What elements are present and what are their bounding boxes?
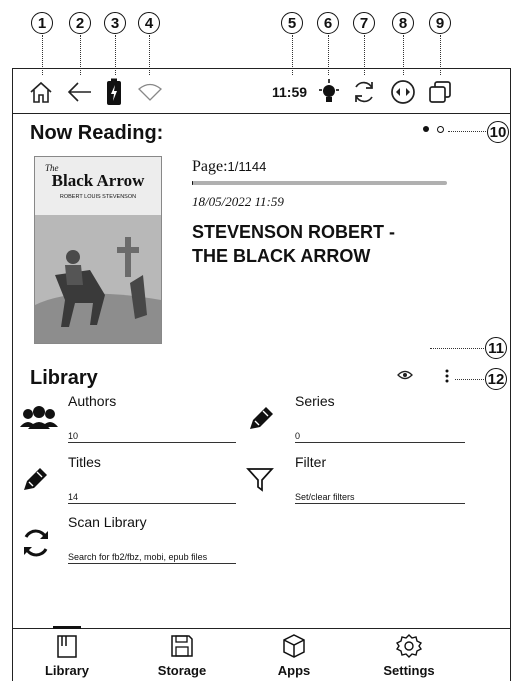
tab-storage[interactable]: Storage bbox=[137, 630, 227, 680]
cover-title: Black Arrow bbox=[51, 171, 145, 190]
library-item-scan[interactable]: Scan Library Search for fb2/fbz, mobi, e… bbox=[18, 514, 238, 570]
scan-library-hint: Search for fb2/fbz, mobi, epub files bbox=[68, 552, 236, 564]
active-tab-indicator bbox=[53, 626, 81, 629]
storage-icon bbox=[171, 635, 193, 657]
callout-1: 1 bbox=[31, 12, 53, 34]
callout-9: 9 bbox=[429, 12, 451, 34]
refresh-icon bbox=[24, 529, 48, 557]
tab-storage-label: Storage bbox=[157, 663, 207, 678]
settings-icon bbox=[396, 634, 422, 658]
cover-illustration bbox=[35, 215, 161, 343]
series-count: 0 bbox=[295, 431, 465, 443]
tab-apps[interactable]: Apps bbox=[249, 630, 339, 680]
multitask-icon[interactable] bbox=[427, 79, 453, 105]
scan-library-label: Scan Library bbox=[68, 514, 147, 530]
filter-hint: Set/clear filters bbox=[295, 492, 465, 504]
book-cover[interactable]: The Black Arrow ROBERT LOUIS STEVENSON bbox=[34, 156, 162, 344]
filter-label: Filter bbox=[295, 454, 327, 470]
page-indicator-dot-active[interactable] bbox=[423, 126, 429, 132]
tab-settings-label: Settings bbox=[383, 663, 435, 678]
library-item-titles[interactable]: Titles 14 bbox=[18, 454, 238, 504]
book-title[interactable]: STEVENSON ROBERT - THE BLACK ARROW bbox=[192, 220, 395, 268]
home-icon[interactable] bbox=[28, 79, 54, 105]
reading-progress-bar bbox=[192, 181, 447, 185]
page-info: Page:1/1144 bbox=[192, 158, 266, 176]
library-title: Library bbox=[30, 367, 98, 389]
wifi-icon[interactable] bbox=[138, 83, 162, 101]
authors-icon bbox=[20, 406, 58, 429]
library-item-authors[interactable]: Authors 10 bbox=[18, 393, 238, 443]
authors-label: Authors bbox=[68, 393, 117, 409]
statusbar-divider bbox=[12, 113, 511, 114]
book-title-line-1: STEVENSON ROBERT - bbox=[192, 222, 396, 242]
tab-library[interactable]: Library bbox=[22, 630, 112, 680]
series-label: Series bbox=[295, 393, 335, 409]
eye-icon[interactable] bbox=[397, 370, 413, 380]
battery-charging-icon bbox=[106, 78, 122, 106]
back-arrow-icon[interactable] bbox=[67, 80, 93, 104]
titles-label: Titles bbox=[68, 454, 101, 470]
apps-icon bbox=[283, 634, 305, 658]
filter-icon bbox=[246, 468, 274, 492]
library-icon bbox=[57, 635, 77, 658]
titles-count: 14 bbox=[68, 492, 236, 504]
rotate-orientation-icon[interactable] bbox=[390, 79, 416, 105]
now-reading-title: Now Reading: bbox=[30, 122, 164, 144]
tabbar-divider bbox=[12, 628, 511, 629]
callout-5: 5 bbox=[281, 12, 303, 34]
callout-6: 6 bbox=[317, 12, 339, 34]
library-item-series[interactable]: Series 0 bbox=[246, 393, 466, 443]
callout-4: 4 bbox=[138, 12, 160, 34]
library-item-filter[interactable]: Filter Set/clear filters bbox=[246, 454, 466, 504]
last-read-timestamp: 18/05/2022 11:59 bbox=[192, 194, 284, 209]
callout-7: 7 bbox=[353, 12, 375, 34]
refresh-sync-icon[interactable] bbox=[351, 79, 377, 105]
cover-author: ROBERT LOUIS STEVENSON bbox=[59, 194, 137, 200]
tab-settings[interactable]: Settings bbox=[364, 630, 454, 680]
page-value: 1/1144 bbox=[227, 159, 267, 174]
page-label: Page: bbox=[192, 158, 228, 175]
frontlight-bulb-icon[interactable] bbox=[317, 78, 341, 106]
callout-3: 3 bbox=[104, 12, 126, 34]
tab-library-label: Library bbox=[44, 663, 90, 678]
callout-8: 8 bbox=[392, 12, 414, 34]
page-indicator-dot[interactable] bbox=[437, 126, 444, 133]
pencil-icon bbox=[24, 468, 47, 490]
book-title-line-2: THE BLACK ARROW bbox=[192, 246, 371, 266]
more-vertical-icon[interactable] bbox=[444, 369, 450, 383]
callout-2: 2 bbox=[69, 12, 91, 34]
tab-apps-label: Apps bbox=[277, 663, 311, 678]
authors-count: 10 bbox=[68, 431, 236, 443]
pencil-icon bbox=[250, 407, 273, 429]
clock-time: 11:59 bbox=[272, 84, 308, 100]
